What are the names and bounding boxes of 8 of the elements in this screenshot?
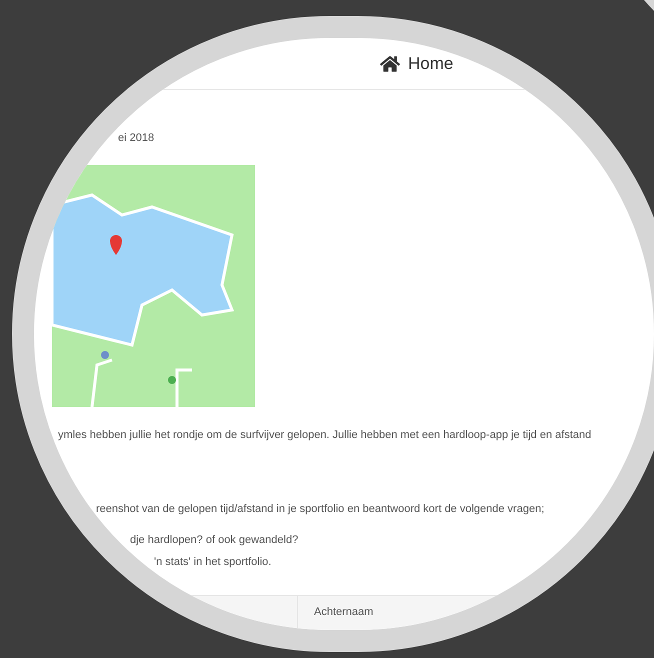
home-link[interactable]: Home	[380, 50, 454, 76]
question-text: dje hardlopen? of ook gewandeld?	[130, 534, 298, 546]
date-text: ei 2018	[118, 131, 154, 146]
intro-paragraph: ymles hebben jullie het rondje om de surfvijver gelopen. Jullie hebben met een hardloop-app je tijd en afstand	[58, 428, 592, 442]
column-header: Achternaam	[314, 606, 374, 618]
instruction-text: reenshot van de gelopen tijd/afstand in je sportfolio en beantwoord kort de volgende vragen;	[96, 502, 544, 517]
home-icon	[380, 54, 400, 74]
question-text: 'n stats' in het sportfolio.	[154, 556, 272, 568]
